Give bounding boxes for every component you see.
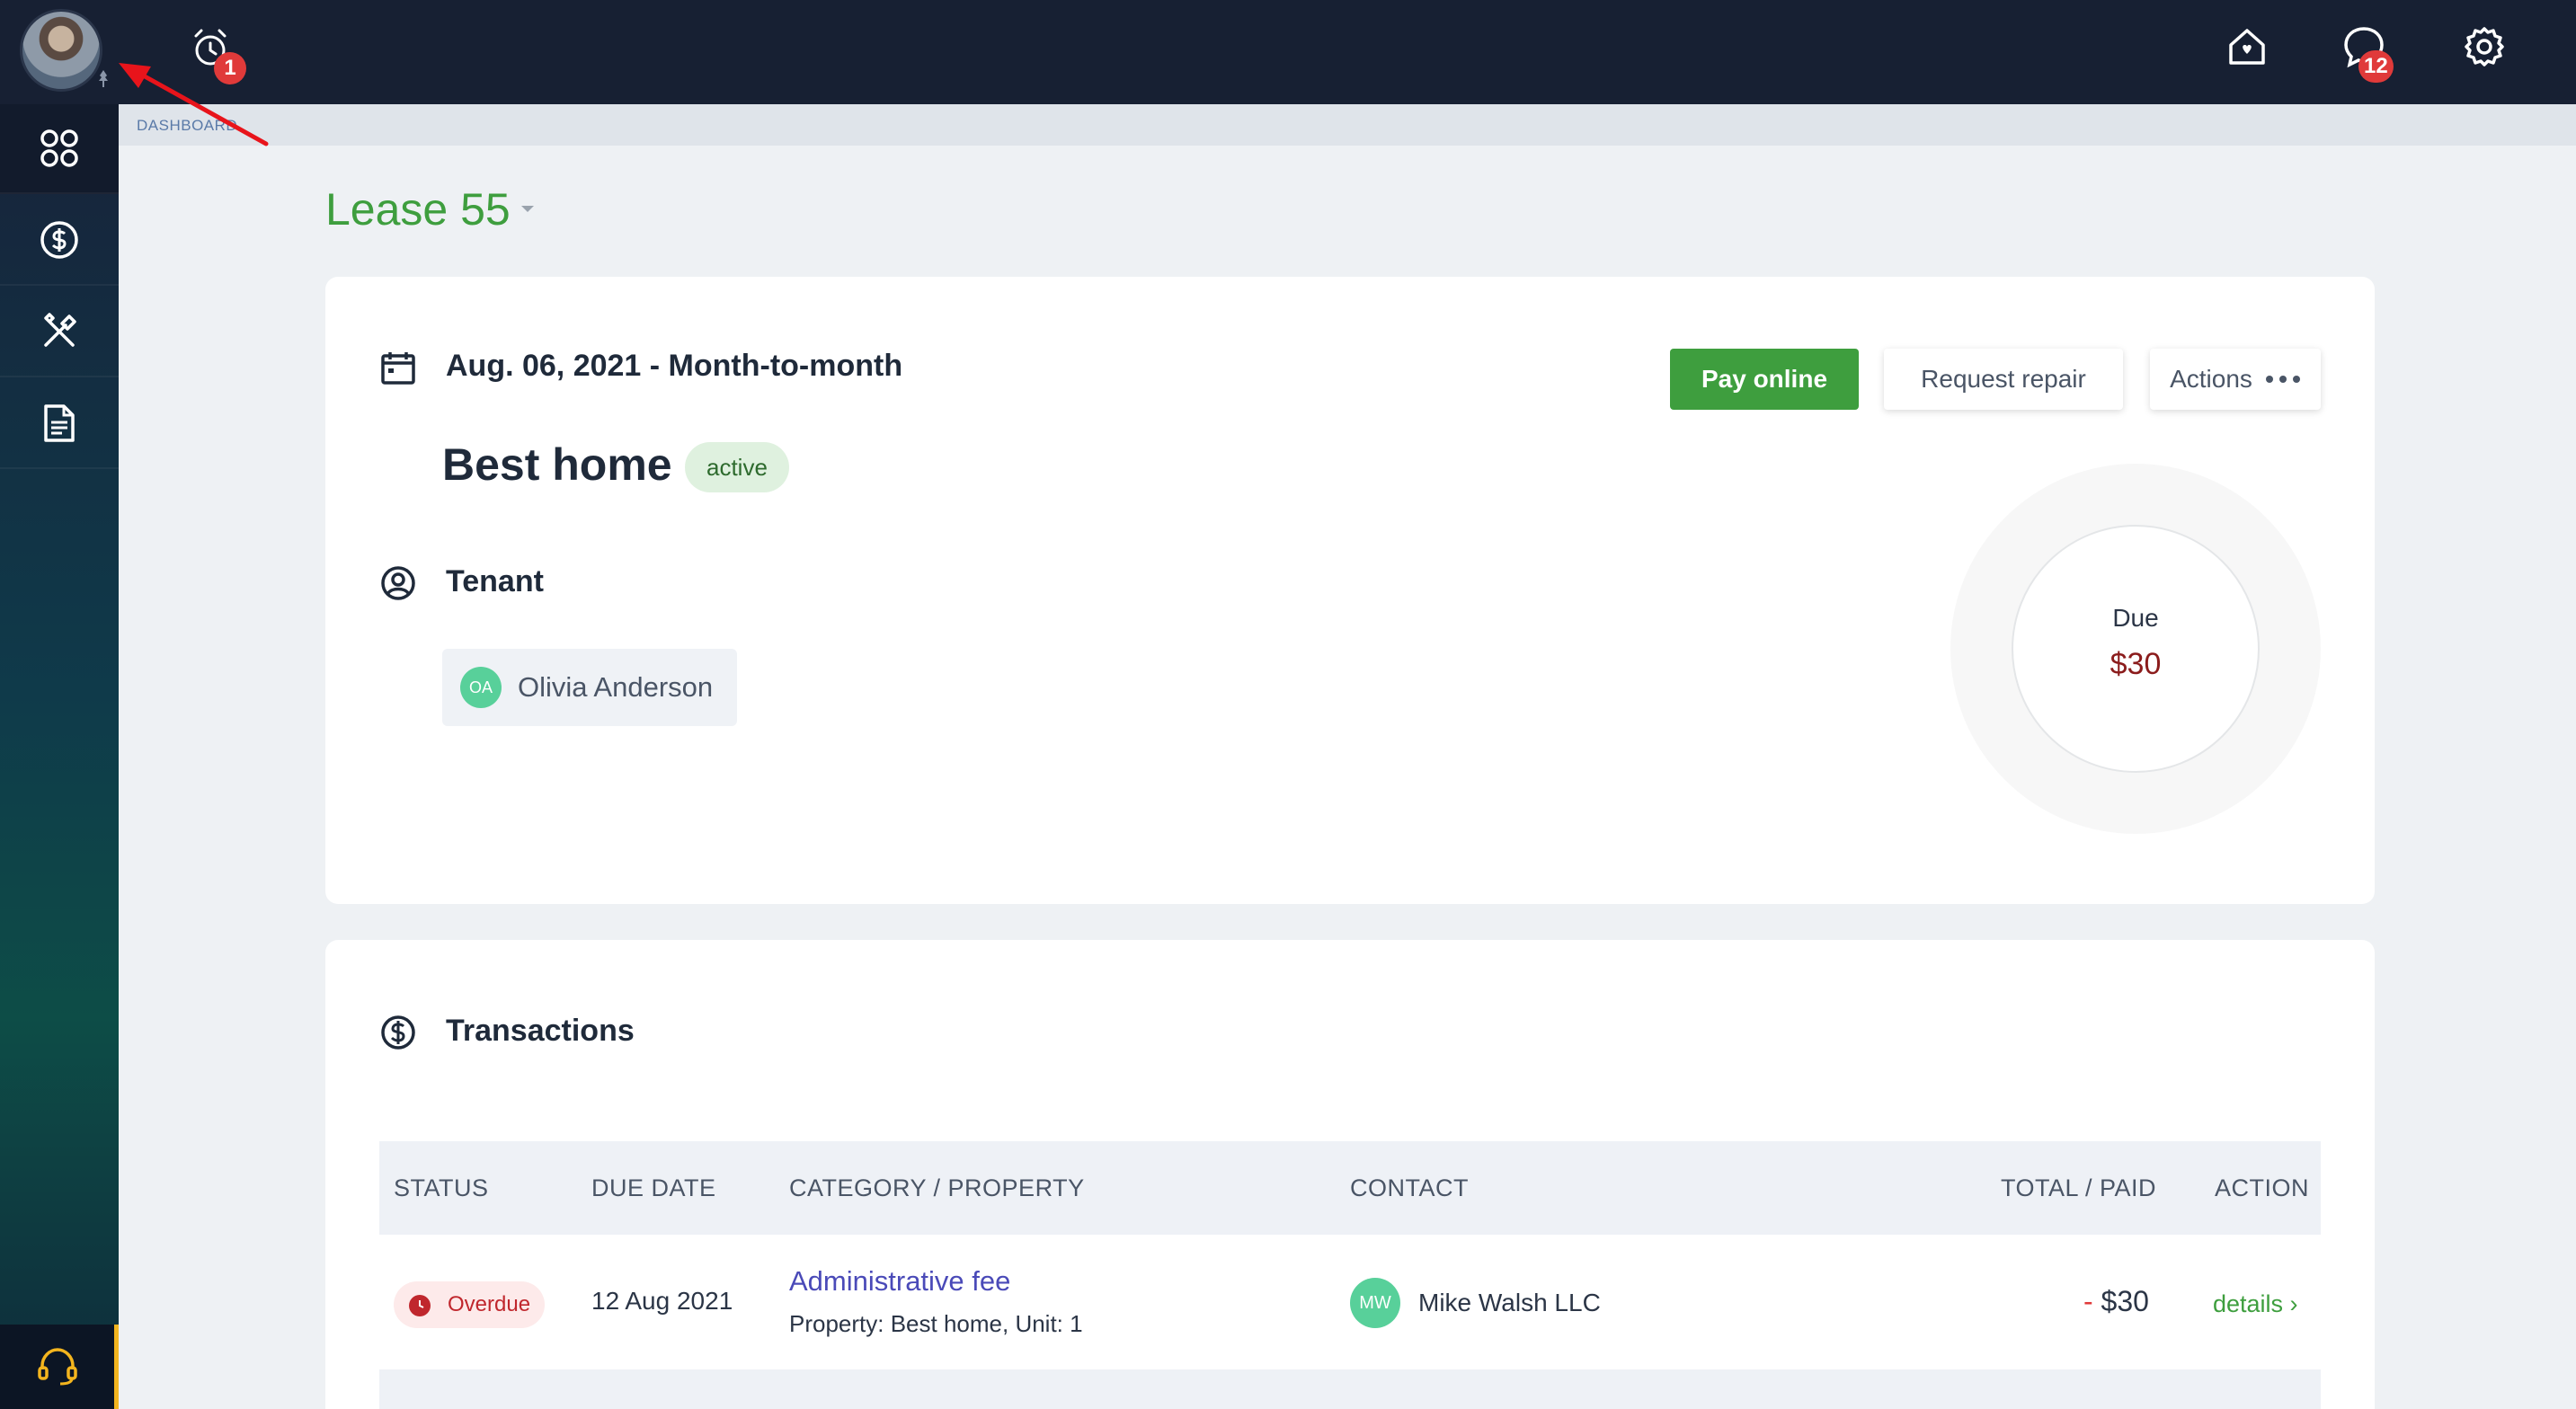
due-label: Due [2112,604,2159,632]
clock-icon [409,1295,431,1316]
col-category[interactable]: CATEGORY / PROPERTY [789,1141,1085,1235]
sidebar-item-dashboard[interactable] [0,104,119,194]
transactions-table: STATUS DUE DATE CATEGORY / PROPERTY CONT… [379,1141,2321,1409]
sidebar-item-documents[interactable] [0,379,119,469]
dashboard-icon [40,129,78,167]
calendar-icon [381,352,415,385]
sidebar-item-repairs[interactable] [0,288,119,377]
home-button[interactable] [2224,23,2278,77]
request-repair-button[interactable]: Request repair [1884,349,2123,410]
total-value: $30 [2101,1285,2149,1317]
total-amount: - $30 [2083,1285,2149,1318]
breadcrumb-bar [119,104,2576,146]
due-amount: $30 [2110,647,2162,681]
property-name: Best home [442,439,672,490]
overdue-badge: Overdue [394,1281,546,1328]
user-circle-icon [381,566,415,600]
pin-icon [99,70,108,87]
annotation-arrow [119,63,269,146]
sidebar [0,104,119,1409]
payments-icon [40,221,78,259]
lease-selector[interactable]: Lease 55 [325,183,536,235]
status-text: Overdue [448,1292,531,1316]
col-total[interactable]: TOTAL / PAID [2001,1141,2156,1235]
contact-name[interactable]: Mike Walsh LLC [1418,1289,1601,1317]
messages-button[interactable]: 12 [2341,23,2394,83]
tenant-chip[interactable]: OA Olivia Anderson [442,649,737,726]
settings-button[interactable] [2461,23,2515,77]
due-date: 12 Aug 2021 [591,1287,733,1315]
total-sign: - [2083,1285,2101,1317]
actions-label: Actions [2170,365,2252,393]
gear-icon [2465,27,2504,66]
col-contact[interactable]: CONTACT [1350,1141,1469,1235]
pay-online-button[interactable]: Pay online [1670,349,1859,410]
contact-avatar: MW [1350,1278,1400,1328]
col-action: ACTION [2215,1174,2310,1201]
home-icon [2229,29,2265,65]
category-link[interactable]: Administrative fee [789,1265,1010,1298]
lease-dates: Aug. 06, 2021 - Month-to-month [446,349,903,383]
more-dots-icon [2265,376,2300,383]
transactions-title: Transactions [446,1014,635,1048]
repairs-icon [44,313,76,347]
chevron-down-icon [520,206,534,212]
col-status[interactable]: STATUS [394,1141,489,1235]
tenant-name: Olivia Anderson [518,671,714,703]
col-due-date[interactable]: DUE DATE [591,1141,716,1235]
status-badge: active [685,442,789,492]
table-header: STATUS DUE DATE CATEGORY / PROPERTY CONT… [379,1141,2321,1235]
page-title: Lease 55 [325,184,511,235]
headset-icon [37,1348,77,1386]
actions-button[interactable]: Actions [2150,349,2321,410]
documents-icon [44,404,75,442]
table-row[interactable]: Overdue 12 Aug 2021 Administrative fee P… [379,1235,2321,1371]
support-button[interactable] [0,1325,119,1409]
top-bar: 1 12 [0,0,2576,104]
tenant-avatar: OA [460,667,502,708]
sidebar-item-payments[interactable] [0,196,119,286]
user-avatar[interactable] [20,9,102,92]
messages-badge: 12 [2358,50,2394,83]
due-inner-circle: Due $30 [2012,525,2260,773]
details-link[interactable]: details › [2213,1290,2298,1318]
property-info: Property: Best home, Unit: 1 [789,1310,1083,1337]
due-ring: Due $30 [1950,464,2321,834]
tenant-label: Tenant [446,564,544,598]
table-row[interactable] [379,1371,2321,1409]
dollar-circle-icon [381,1015,415,1050]
